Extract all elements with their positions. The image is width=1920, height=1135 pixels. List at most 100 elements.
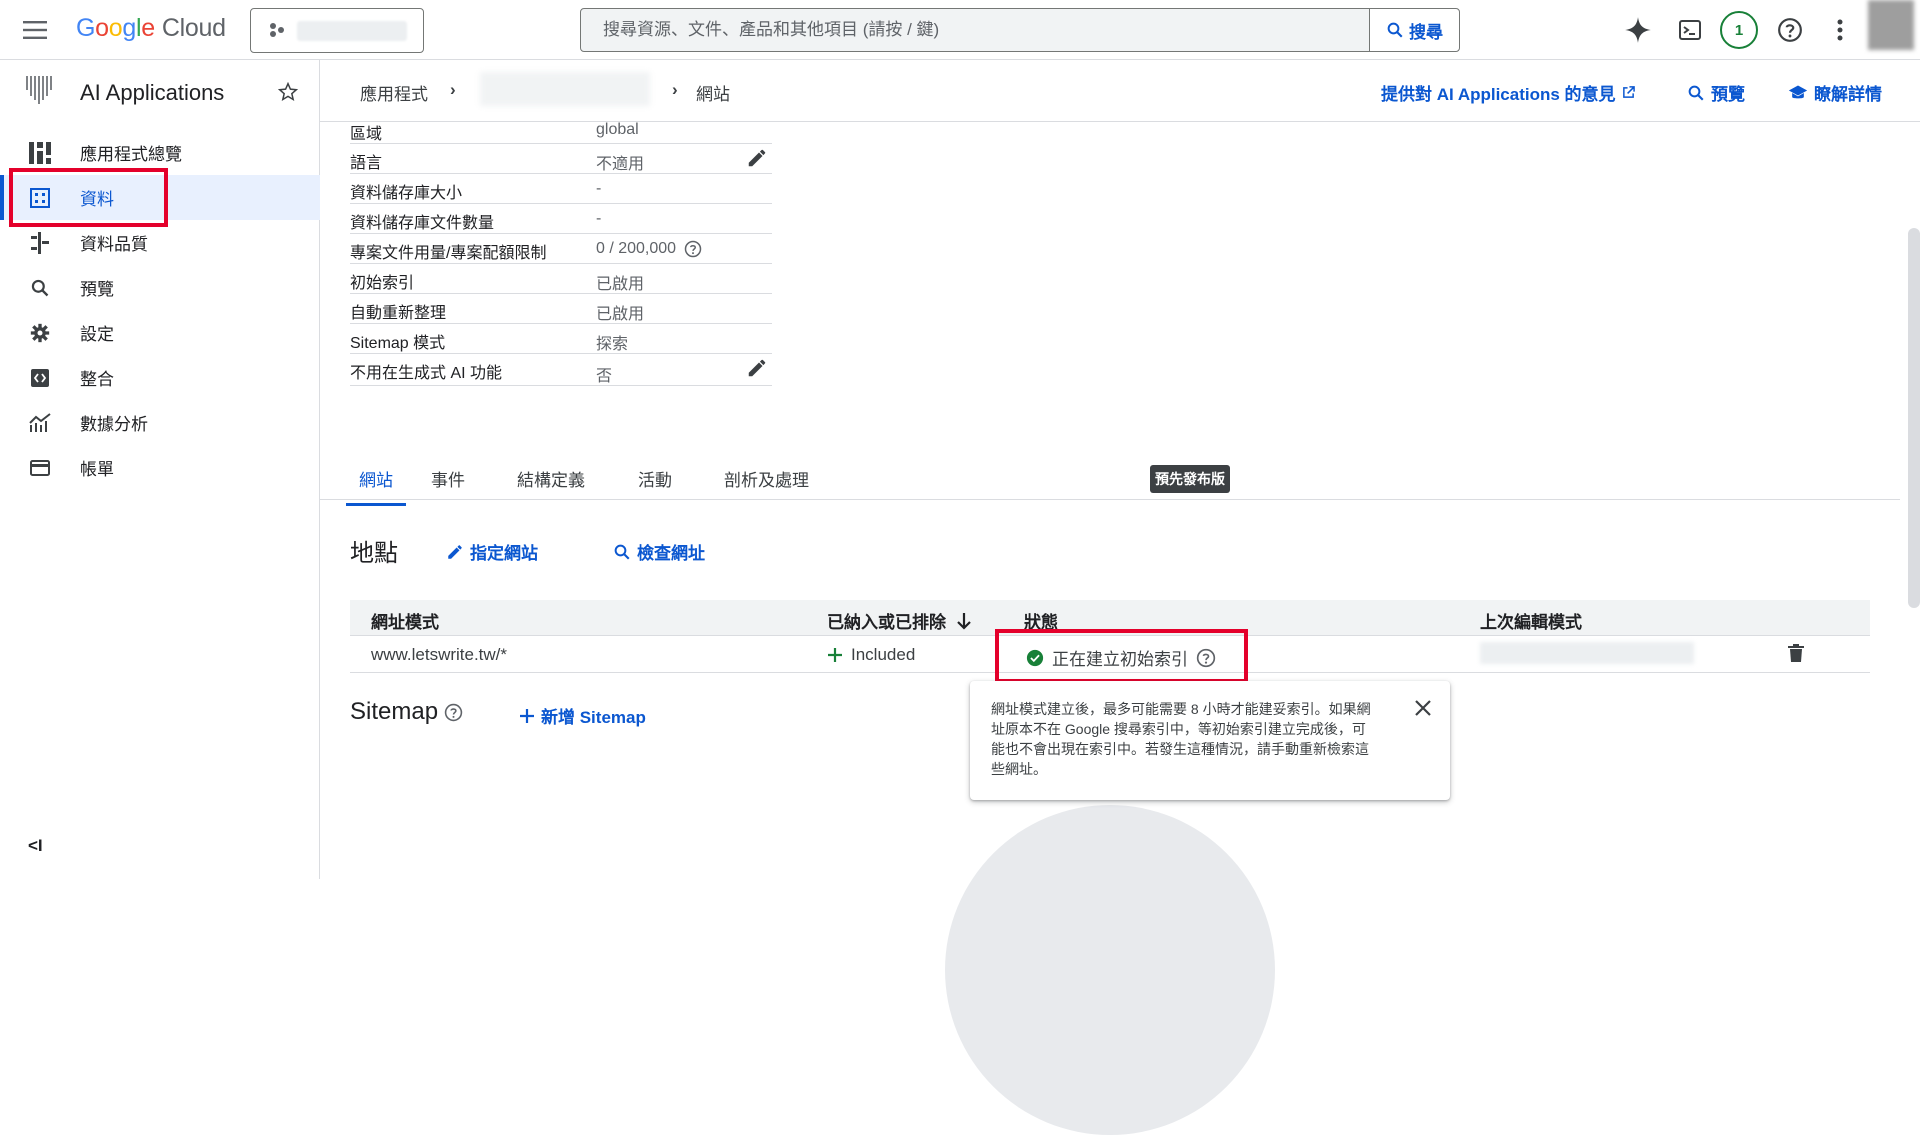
more-vert-icon[interactable] [1824,14,1856,46]
search-icon [613,543,631,561]
breadcrumb-current: 網站 [696,85,730,104]
column-header-label: 已納入或已排除 [827,613,946,632]
app-name: AI Applications [80,80,225,105]
sidebar-item-label: 資料品質 [80,235,148,254]
add-sitemap-button[interactable]: 新增 Sitemap [519,703,646,728]
section-title: 地點 [350,540,398,567]
detail-key: 語言 [350,155,383,172]
details-table: 區域 global 語言 不適用 資料儲存庫大小 - 資料儲存庫文件數量 - 專… [350,121,772,386]
check-urls-button[interactable]: 檢查網址 [613,539,705,564]
column-header-url-pattern[interactable]: 網址模式 [371,608,439,633]
search-icon [28,276,52,300]
tab-activity[interactable]: 活動 [638,466,672,503]
column-header-inclusion[interactable]: 已納入或已排除 [827,608,972,633]
detail-key: 不用在生成式 AI 功能 [350,365,503,382]
google-cloud-logo[interactable]: Google Cloud [76,14,226,43]
breadcrumb-root[interactable]: 應用程式 [360,80,428,105]
sidebar-item-label: 設定 [80,325,114,344]
top-bar: GoogleCloud 搜尋 1 [0,0,1920,60]
tab-bar: 網站 事件 結構定義 活動 剖析及處理 預先發布版 [320,458,1900,506]
last-edit-redacted [1480,642,1694,664]
help-icon[interactable] [444,703,463,722]
add-icon [827,647,843,663]
tab-parsing[interactable]: 剖析及處理 [724,466,809,503]
feedback-link[interactable]: 提供對 AI Applications 的意見 [1381,80,1635,105]
project-picker[interactable] [250,8,424,53]
sidebar-item-preview[interactable]: 預覽 [0,265,320,310]
logo-google-text: Google [76,14,155,42]
logo-cloud-text: Cloud [161,14,226,42]
detail-value: - [596,180,602,197]
detail-key: 初始索引 [350,275,415,292]
chevron-right-icon: › [672,80,678,99]
project-icon [269,22,285,38]
detail-value: 0 / 200,000 [596,240,677,257]
sidebar-item-billing[interactable]: 帳單 [0,445,320,490]
scrollbar[interactable] [1908,228,1920,608]
edit-genai-icon[interactable] [746,357,768,379]
detail-value: 探索 [596,336,629,353]
detail-row-auto-refresh: 自動重新整理 已啟用 [350,294,772,324]
detail-key: 資料儲存庫大小 [350,185,463,202]
tab-schema[interactable]: 結構定義 [517,466,585,503]
learn-more-link[interactable]: 瞭解詳情 [1788,80,1882,105]
edit-language-icon[interactable] [746,147,768,169]
collapse-sidebar-icon[interactable]: <I [28,836,43,856]
dashboard-icon [28,141,52,165]
gemini-sparkle-icon[interactable] [1622,14,1654,46]
cloud-shell-icon[interactable] [1674,14,1706,46]
detail-row-document-count: 資料儲存庫文件數量 - [350,204,772,234]
detail-row-datastore-size: 資料儲存庫大小 - [350,174,772,204]
search-icon [1386,21,1404,39]
detail-key: 自動重新整理 [350,305,447,322]
detail-row-genai-exclusion: 不用在生成式 AI 功能 否 [350,354,772,386]
breadcrumb: 應用程式 › › 網站 提供對 AI Applications 的意見 預覽 瞭… [320,60,1920,122]
star-icon[interactable] [278,82,298,102]
specify-sites-button[interactable]: 指定網站 [446,539,538,564]
detail-key: 專案文件用量/專案配額限制 [350,245,547,262]
gear-icon [28,321,52,345]
tab-websites[interactable]: 網站 [346,466,406,506]
menu-icon[interactable] [18,16,52,44]
detail-value: 已啟用 [596,276,645,293]
column-header-last-edit[interactable]: 上次編輯模式 [1480,608,1582,633]
breadcrumb-app-redacted[interactable] [480,72,650,106]
sidebar-item-integration[interactable]: 整合 [0,355,320,400]
preview-link[interactable]: 預覽 [1687,80,1745,105]
add-icon [519,708,535,724]
search-input[interactable] [581,9,1371,51]
sidebar-item-settings[interactable]: 設定 [0,310,320,355]
billing-icon [28,456,52,480]
sidebar-item-label: 整合 [80,370,114,389]
inclusion-label: Included [851,645,916,664]
sidebar-item-label: 帳單 [80,460,114,479]
detail-key: 資料儲存庫文件數量 [350,215,495,232]
detail-value: 已啟用 [596,306,645,323]
search-button[interactable]: 搜尋 [1369,9,1459,51]
sidebar-item-analytics[interactable]: 數據分析 [0,400,320,445]
add-sitemap-label: 新增 Sitemap [541,708,646,727]
tooltip-text: 網址模式建立後，最多可能需要 8 小時才能建妥索引。如果網址原本不在 Googl… [991,701,1371,777]
avatar[interactable] [1868,0,1914,50]
status-tooltip: 網址模式建立後，最多可能需要 8 小時才能建妥索引。如果網址原本不在 Googl… [970,681,1450,800]
detail-key: 區域 [350,126,383,143]
code-icon [28,366,52,390]
detail-row-region: 區域 global [350,121,772,144]
open-in-new-icon [1622,86,1635,99]
search-icon [1687,84,1705,102]
detail-value: - [596,210,602,227]
sitemap-title: Sitemap [350,698,439,725]
sidebar-item-label: 應用程式總覽 [80,145,182,164]
help-icon[interactable] [1774,14,1806,46]
tab-events[interactable]: 事件 [431,466,465,503]
sidebar-item-label: 預覽 [80,280,114,299]
school-icon [1788,84,1808,102]
help-icon[interactable] [684,240,702,258]
close-icon[interactable] [1414,699,1432,717]
notification-badge[interactable]: 1 [1720,11,1758,49]
analytics-icon [28,411,52,435]
delete-icon[interactable] [1788,644,1804,662]
data-quality-icon [28,231,52,255]
loading-illustration [945,805,1275,1135]
inclusion-cell: Included [827,645,915,665]
